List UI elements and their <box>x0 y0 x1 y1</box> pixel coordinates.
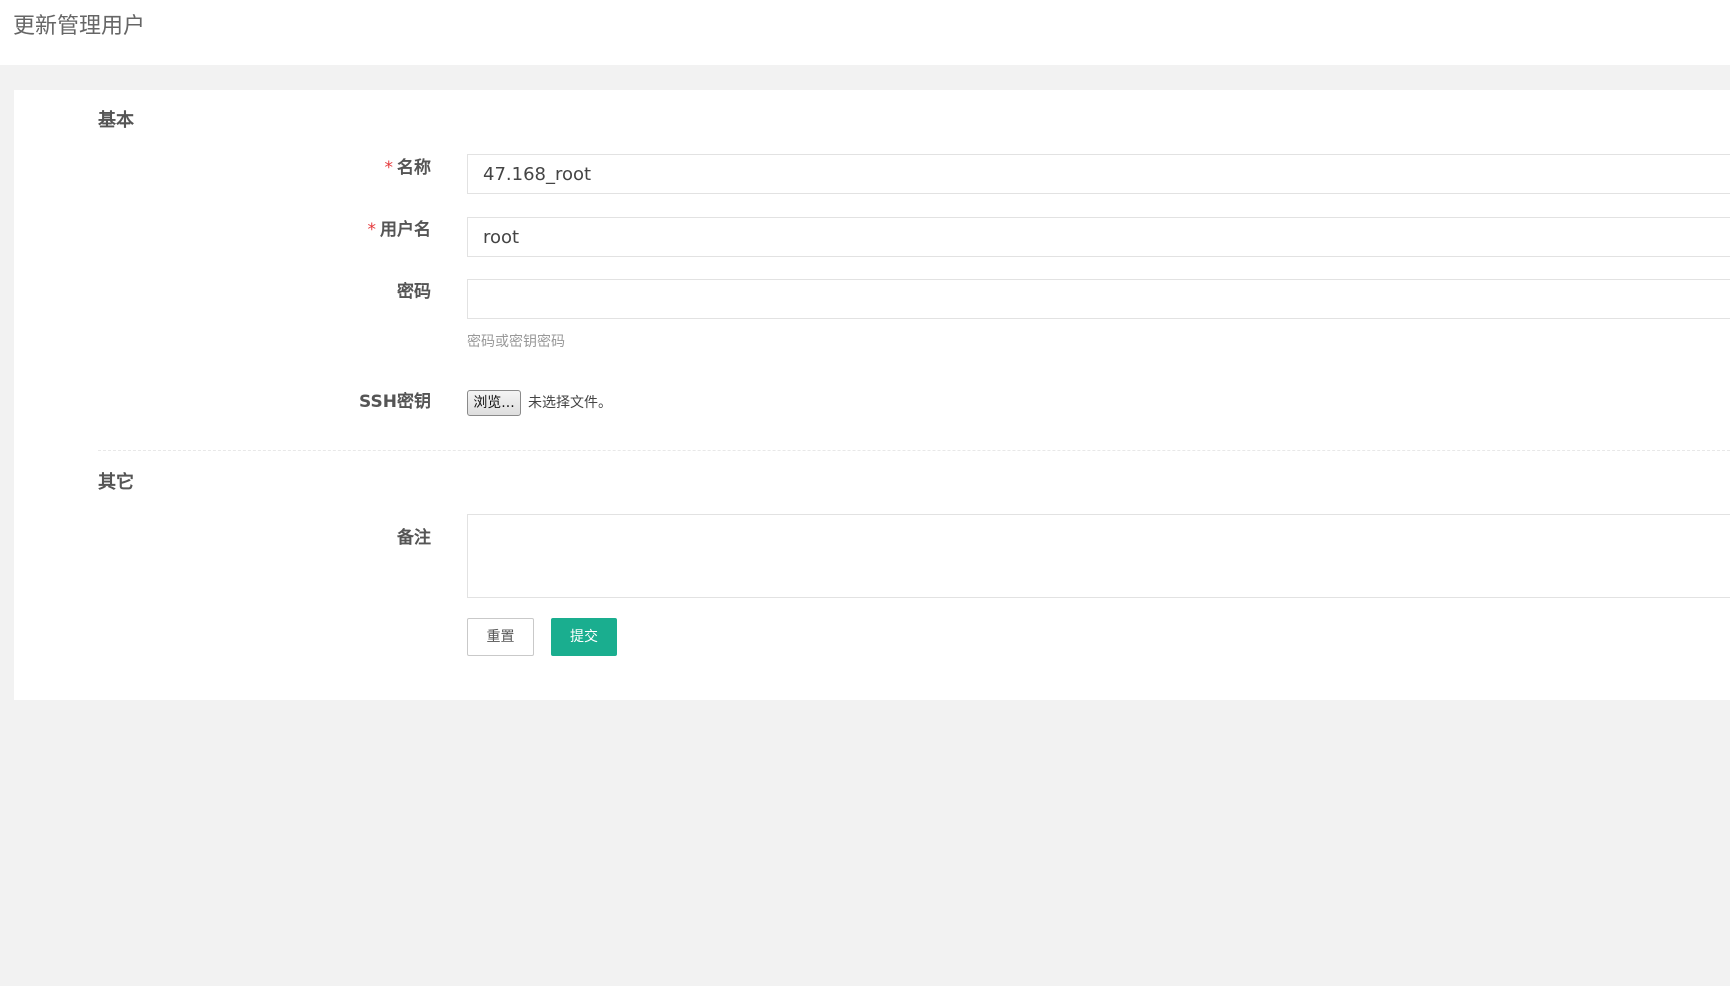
name-input[interactable] <box>467 154 1730 194</box>
remark-label: 备注 <box>397 526 431 550</box>
required-mark: * <box>384 158 394 178</box>
password-label-text: 密码 <box>397 282 431 302</box>
password-label: 密码 <box>397 280 431 304</box>
remark-label-text: 备注 <box>397 528 431 548</box>
page-title: 更新管理用户 <box>13 14 146 39</box>
password-help-text: 密码或密钥密码 <box>467 334 565 350</box>
required-mark: * <box>367 220 377 240</box>
remark-textarea[interactable] <box>467 514 1730 598</box>
name-label-text: 名称 <box>397 158 431 178</box>
ssh-key-label: SSH密钥 <box>359 390 431 414</box>
section-title-basic: 基本 <box>98 110 134 131</box>
section-divider <box>98 450 1730 451</box>
reset-button[interactable]: 重置 <box>467 618 534 656</box>
ssh-key-file-status: 未选择文件。 <box>528 395 612 411</box>
name-label: * 名称 <box>385 156 432 180</box>
ssh-key-label-text: SSH密钥 <box>359 392 431 412</box>
page-header: 更新管理用户 <box>0 0 1730 65</box>
ssh-key-browse-button[interactable]: 浏览... <box>467 390 521 416</box>
section-title-other: 其它 <box>98 472 134 493</box>
username-label-text: 用户名 <box>380 220 431 240</box>
username-input[interactable] <box>467 217 1730 257</box>
username-label: * 用户名 <box>368 218 432 242</box>
submit-button[interactable]: 提交 <box>551 618 617 656</box>
form-card: 基本 *名称 *用户名 密码 密码或密钥密码 SSH密钥 浏览... 未选择文件… <box>14 90 1730 700</box>
password-input[interactable] <box>467 279 1730 319</box>
